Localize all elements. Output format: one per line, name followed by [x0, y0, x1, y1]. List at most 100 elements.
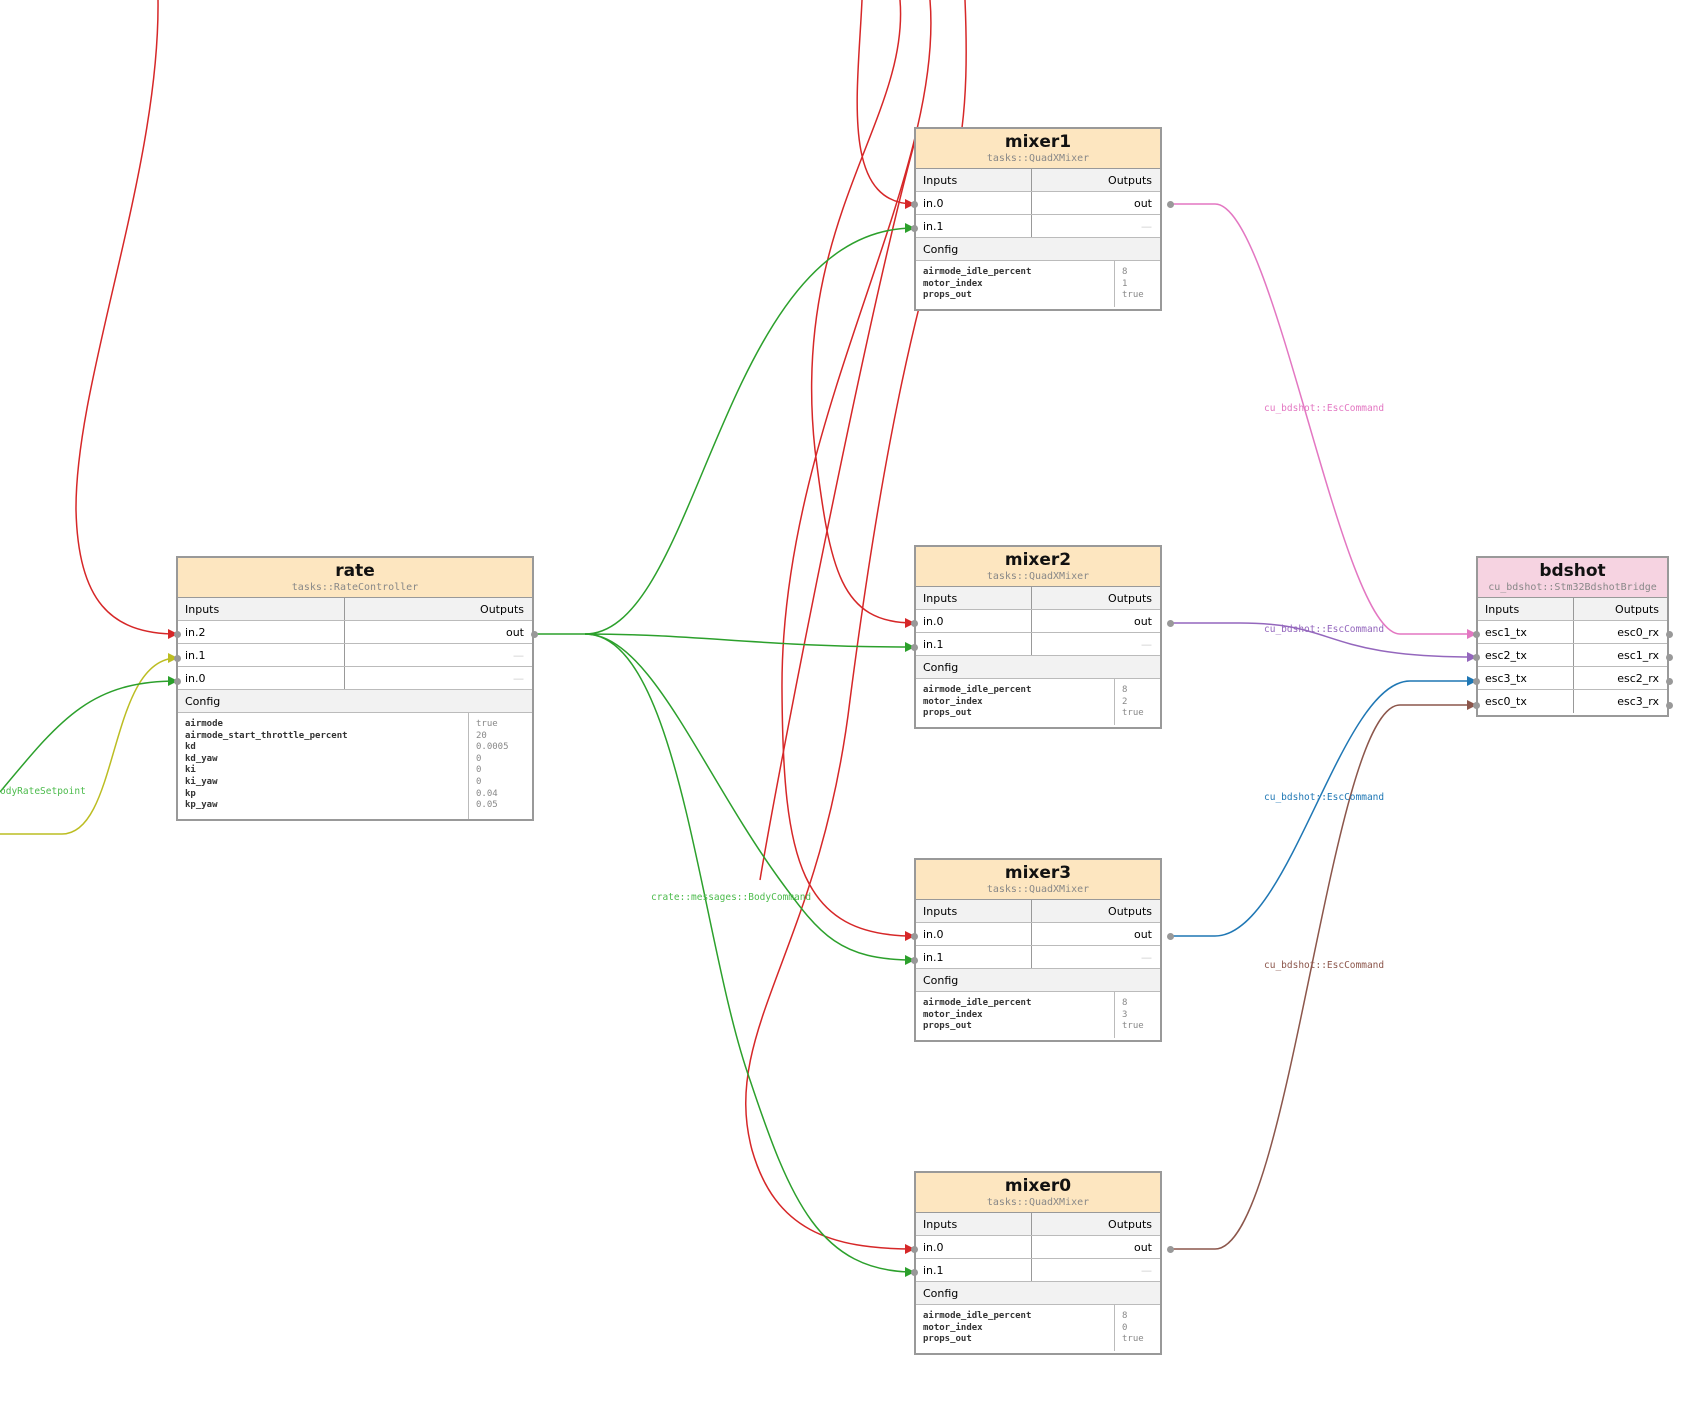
output-port-empty: — [513, 672, 524, 685]
node-bdshot[interactable]: bdshot cu_bdshot::Stm32BdshotBridge Inpu… [1476, 556, 1669, 717]
config-value: 0.05 [476, 800, 498, 811]
input-port-label[interactable]: esc3_tx [1485, 672, 1527, 685]
config-values: true 20 0.0005 0 0 0 0.04 0.05 [476, 719, 509, 812]
config-header: Config [916, 656, 1160, 679]
node-header: mixer0 tasks::QuadXMixer [916, 1173, 1160, 1213]
node-rate[interactable]: rate tasks::RateController Inputs Output… [176, 556, 534, 821]
port-row: in.1 — [178, 644, 532, 667]
port-row: esc2_tx esc1_rx [1478, 644, 1667, 667]
input-port-label[interactable]: in.1 [923, 220, 944, 233]
input-port-label[interactable]: in.1 [923, 951, 944, 964]
outputs-header: Outputs [1108, 1218, 1152, 1231]
edge-to-mixer3-in0 [781, 0, 932, 941]
edge-rate-to-mixer2 [584, 633, 915, 652]
port-dot[interactable] [1166, 1245, 1174, 1253]
input-port-label[interactable]: in.0 [923, 1241, 944, 1254]
edge-mixer3-to-bdshot [1170, 676, 1477, 937]
inputs-header: Inputs [923, 174, 958, 187]
input-port-label[interactable]: esc0_tx [1485, 695, 1527, 708]
output-port-label[interactable]: out [1134, 1241, 1152, 1254]
input-port-label[interactable]: in.1 [923, 638, 944, 651]
port-dot[interactable] [910, 200, 918, 208]
node-header: mixer1 tasks::QuadXMixer [916, 129, 1160, 169]
config-value: 0 [476, 753, 482, 764]
output-port-label[interactable]: esc1_rx [1617, 649, 1659, 662]
input-port-label[interactable]: in.1 [923, 1264, 944, 1277]
output-port-label[interactable]: out [1134, 615, 1152, 628]
port-dot[interactable] [1472, 701, 1480, 709]
config-key: airmode_idle_percent [923, 1311, 1032, 1321]
config-value: 0.0005 [476, 742, 509, 753]
config-key: airmode_idle_percent [923, 998, 1032, 1008]
port-dot[interactable] [1472, 677, 1480, 685]
node-mixer0[interactable]: mixer0 tasks::QuadXMixerInputs Outputsin.0… [914, 1171, 1162, 1355]
output-port-empty: — [1141, 951, 1152, 964]
output-port-label[interactable]: esc3_rx [1617, 695, 1659, 708]
outputs-header: Outputs [1615, 603, 1659, 616]
node-mixer2[interactable]: mixer2 tasks::QuadXMixer Inputs Outputs in.0… [914, 545, 1162, 729]
inputs-header: Inputs [923, 1218, 958, 1231]
port-dot[interactable] [1166, 932, 1174, 940]
port-dot[interactable] [530, 630, 538, 638]
port-dot[interactable] [910, 1245, 918, 1253]
config-value: 0 [476, 776, 482, 787]
edge-rate-to-mixer1 [534, 223, 915, 635]
inputs-header: Inputs [923, 905, 958, 918]
port-dot[interactable] [1166, 200, 1174, 208]
port-dot[interactable] [1665, 630, 1673, 638]
input-port-label[interactable]: esc2_tx [1485, 649, 1527, 662]
input-port-label[interactable]: in.0 [923, 928, 944, 941]
node-type: tasks::QuadXMixer [986, 1197, 1090, 1208]
config-key: airmode [185, 719, 223, 729]
config-value: 2 [1122, 696, 1128, 707]
input-port-label[interactable]: in.0 [923, 197, 944, 210]
edge-mixer0-to-bdshot [1170, 700, 1477, 1250]
port-row: in.0 out [916, 192, 1160, 215]
port-dot[interactable] [1472, 630, 1480, 638]
config-value: 8 [1122, 1311, 1128, 1321]
config-value: true [1122, 1334, 1144, 1345]
output-port-label[interactable]: out [506, 626, 524, 639]
config-keys: airmode_idle_percent motor_index props_out [923, 267, 1031, 302]
port-dot[interactable] [1665, 653, 1673, 661]
edge-to-rate-in0 [0, 676, 178, 793]
port-dot[interactable] [910, 956, 918, 964]
output-port-label[interactable]: out [1134, 197, 1152, 210]
input-port-label[interactable]: esc1_tx [1485, 626, 1527, 639]
port-dot[interactable] [1472, 653, 1480, 661]
outputs-header: Outputs [480, 603, 524, 616]
config-key: ki [185, 765, 196, 776]
config-label: Config [923, 661, 959, 674]
input-port-label[interactable]: in.2 [185, 626, 206, 639]
port-dot[interactable] [910, 224, 918, 232]
port-row: in.0 out [916, 610, 1160, 633]
output-port-label[interactable]: esc2_rx [1617, 672, 1659, 685]
config-key: motor_index [923, 1009, 983, 1020]
io-header: Inputs Outputs [1478, 598, 1667, 621]
node-mixer3[interactable]: mixer3 tasks::QuadXMixer Inputs Outputs in.0… [914, 858, 1162, 1042]
port-dot[interactable] [1665, 677, 1673, 685]
port-dot[interactable] [910, 1268, 918, 1276]
port-dot[interactable] [910, 643, 918, 651]
config-table: airmode airmode_start_throttle_percent k… [178, 713, 532, 819]
port-dot[interactable] [173, 654, 181, 662]
port-dot[interactable] [173, 677, 181, 685]
port-dot[interactable] [173, 630, 181, 638]
config-table: airmode_idle_percent motor_index props_out… [916, 679, 1160, 725]
config-label: Config [185, 695, 221, 708]
input-port-label[interactable]: in.1 [185, 649, 206, 662]
edge-to-rate-in1 [0, 653, 178, 835]
port-dot[interactable] [1665, 701, 1673, 709]
node-type: cu_bdshot::Stm32BdshotBridge [1488, 582, 1657, 593]
input-port-label[interactable]: in.0 [185, 672, 206, 685]
output-port-label[interactable]: out [1134, 928, 1152, 941]
output-port-label[interactable]: esc0_rx [1617, 626, 1659, 639]
node-mixer1[interactable]: mixer1 tasks::QuadXMixer Inputs Outputs in.0… [914, 127, 1162, 311]
port-dot[interactable] [910, 619, 918, 627]
node-title: rate [335, 561, 375, 581]
port-dot[interactable] [1166, 619, 1174, 627]
port-dot[interactable] [910, 932, 918, 940]
input-port-label[interactable]: in.0 [923, 615, 944, 628]
config-header: Config [916, 969, 1160, 992]
inputs-header: Inputs [185, 603, 220, 616]
